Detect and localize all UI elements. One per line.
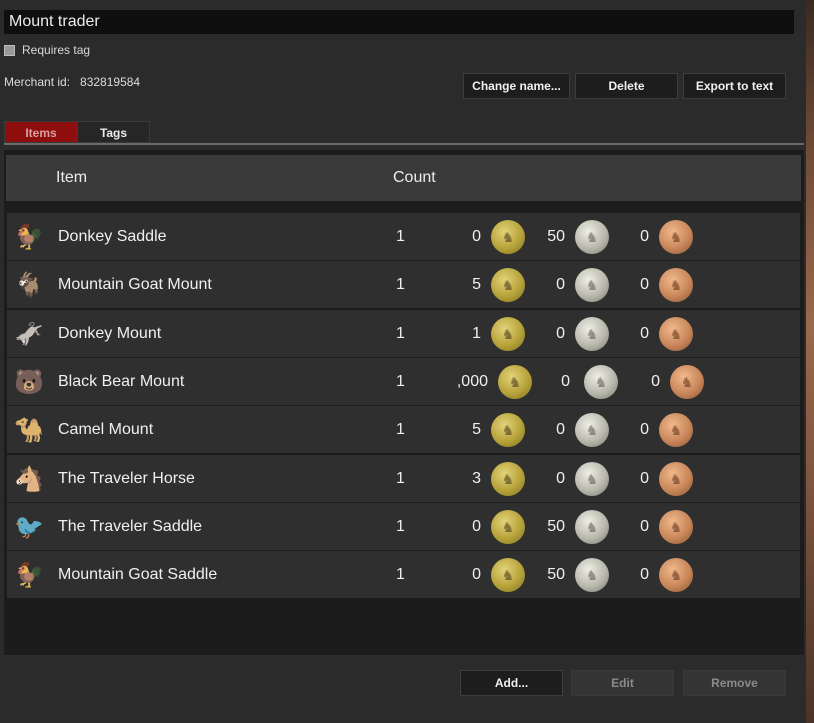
gold-amount: 5 [472, 276, 481, 293]
table-row[interactable]: 🫏 Donkey Mount 1 1 ♞ 0 ♞ 0 ♞ [7, 310, 800, 357]
item-name: Mountain Goat Saddle [58, 566, 218, 583]
copper-amount: 0 [640, 470, 649, 487]
coin-relief-icon: ♞ [669, 421, 683, 438]
silver-amount: 50 [547, 228, 565, 245]
requires-tag-checkbox[interactable] [4, 44, 15, 56]
copper-coin-icon: ♞ [659, 317, 693, 351]
copper-amount: 0 [640, 518, 649, 535]
donkey-icon: 🫏 [14, 320, 44, 348]
copper-amount: 0 [640, 421, 649, 438]
column-header-item[interactable]: Item [56, 169, 87, 187]
requires-tag-label: Requires tag [22, 43, 91, 57]
silver-amount: 0 [556, 421, 565, 438]
coin-relief-icon: ♞ [669, 566, 683, 583]
item-name: The Traveler Saddle [58, 518, 203, 535]
horse-icon: 🐴 [14, 465, 44, 493]
item-count: 1 [396, 325, 405, 342]
item-count: 1 [396, 373, 405, 390]
requires-tag-option[interactable]: Requires tag [4, 43, 90, 57]
remove-button[interactable]: Remove [683, 670, 786, 696]
silver-amount: 0 [556, 276, 565, 293]
silver-amount: 0 [556, 470, 565, 487]
gold-amount: 3 [472, 470, 481, 487]
saddle-icon: 🐦 [14, 513, 44, 541]
copper-coin-icon: ♞ [659, 268, 693, 302]
item-name: Camel Mount [58, 421, 154, 438]
camel-icon: 🐪 [14, 416, 44, 444]
coin-relief-icon: ♞ [669, 518, 683, 535]
item-name: The Traveler Horse [58, 470, 195, 487]
silver-amount: 0 [561, 373, 570, 390]
gold-amount: 1 [472, 325, 481, 342]
copper-coin-icon: ♞ [659, 510, 693, 544]
table-row[interactable]: 🐓 Donkey Saddle 1 0 ♞ 50 ♞ 0 ♞ [7, 213, 800, 260]
silver-amount: 50 [547, 518, 565, 535]
merchant-id: Merchant id: 832819584 [4, 75, 140, 89]
table-row[interactable]: 🐓 Mountain Goat Saddle 1 0 ♞ 50 ♞ 0 ♞ [7, 551, 800, 598]
table-row[interactable]: 🐻 Black Bear Mount 1,000 ♞ 0 ♞ 0 ♞ [7, 358, 800, 405]
item-name: Mountain Goat Mount [58, 276, 212, 293]
table-row[interactable]: 🐐 Mountain Goat Mount 1 5 ♞ 0 ♞ 0 ♞ [7, 261, 800, 308]
table-row[interactable]: 🐦 The Traveler Saddle 1 0 ♞ 50 ♞ 0 ♞ [7, 503, 800, 550]
copper-coin-icon: ♞ [659, 220, 693, 254]
merchant-id-label: Merchant id: [4, 75, 71, 89]
copper-coin-icon: ♞ [659, 413, 693, 447]
copper-amount: 0 [640, 325, 649, 342]
copper-amount: 0 [640, 566, 649, 583]
item-count: 1 [396, 421, 405, 438]
copper-coin-icon: ♞ [659, 558, 693, 592]
gold-amount: 0 [472, 228, 481, 245]
gold-amount: 0 [472, 566, 481, 583]
item-name: Black Bear Mount [58, 373, 185, 390]
add-button[interactable]: Add... [460, 670, 563, 696]
copper-coin-icon: ♞ [670, 365, 704, 399]
copper-amount: 0 [640, 228, 649, 245]
item-name: Donkey Saddle [58, 228, 167, 245]
coin-relief-icon: ♞ [669, 276, 683, 293]
silver-amount: 50 [547, 566, 565, 583]
table-row[interactable]: 🐪 Camel Mount 1 5 ♞ 0 ♞ 0 ♞ [7, 406, 800, 453]
gold-amount: 0 [472, 518, 481, 535]
column-header-count[interactable]: Count [393, 169, 436, 187]
coin-relief-icon: ♞ [669, 470, 683, 487]
tab-items[interactable]: Items [4, 121, 78, 143]
delete-button[interactable]: Delete [575, 73, 678, 99]
window-title[interactable]: Mount trader [4, 10, 794, 34]
gold-amount: ,000 [456, 373, 488, 390]
edit-button[interactable]: Edit [571, 670, 674, 696]
change-name-button[interactable]: Change name... [463, 73, 570, 99]
gold-amount: 5 [472, 421, 481, 438]
coin-relief-icon: ♞ [669, 325, 683, 342]
merchant-id-value: 832819584 [80, 75, 141, 89]
coin-relief-icon: ♞ [669, 228, 683, 245]
item-count: 1 [396, 518, 405, 535]
table-header: Item Count [6, 155, 801, 201]
bear-icon: 🐻 [14, 368, 44, 396]
item-count: 1 [396, 228, 405, 245]
tab-divider [4, 143, 804, 145]
saddle-icon: 🐓 [14, 223, 44, 251]
item-name: Donkey Mount [58, 325, 162, 342]
silver-amount: 0 [556, 325, 565, 342]
item-count: 1 [396, 470, 405, 487]
item-count: 1 [396, 276, 405, 293]
background-strip [806, 0, 814, 723]
copper-coin-icon: ♞ [659, 462, 693, 496]
tab-tags[interactable]: Tags [77, 121, 150, 143]
saddle-icon: 🐓 [14, 561, 44, 589]
table-row[interactable]: 🐴 The Traveler Horse 1 3 ♞ 0 ♞ 0 ♞ [7, 455, 800, 502]
goat-icon: 🐐 [14, 271, 44, 299]
copper-amount: 0 [651, 373, 660, 390]
coin-relief-icon: ♞ [680, 373, 694, 390]
item-count: 1 [396, 566, 405, 583]
copper-amount: 0 [640, 276, 649, 293]
export-to-text-button[interactable]: Export to text [683, 73, 786, 99]
